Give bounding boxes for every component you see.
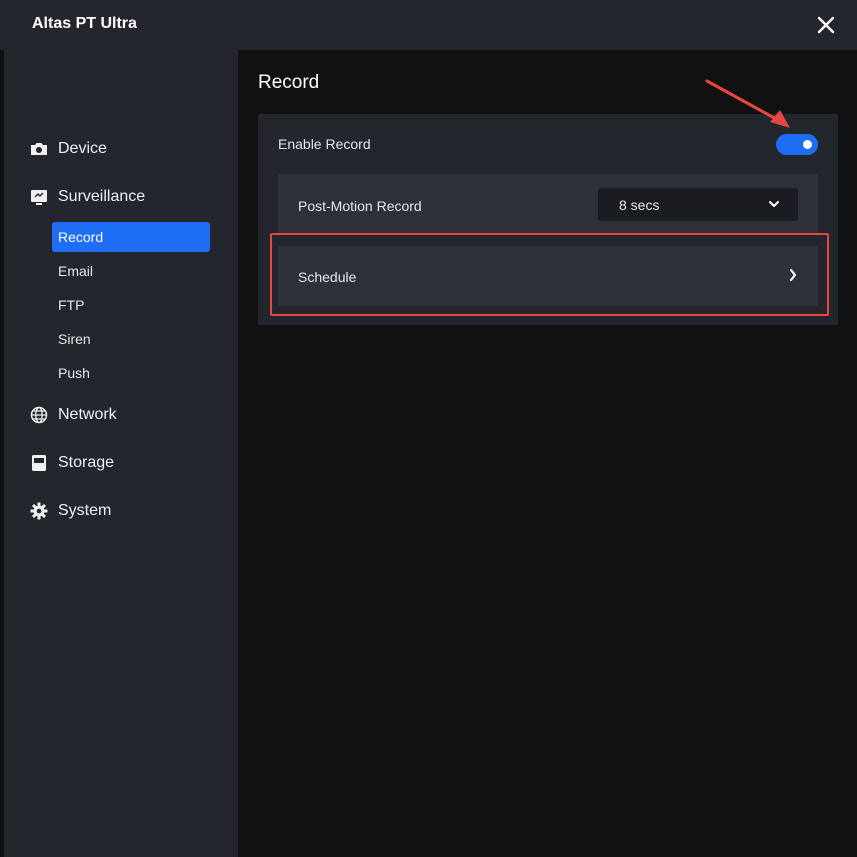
chevron-right-icon (789, 268, 797, 282)
sidebar-subitem-siren[interactable]: Siren (52, 324, 210, 354)
main-content: Record Enable Record Post-Motion Record … (238, 50, 857, 857)
record-settings-card: Enable Record Post-Motion Record 8 secs (258, 114, 838, 325)
settings-window: Altas PT Ultra Device Surveillance Recor… (0, 0, 857, 857)
sidebar-subitem-label: Email (58, 263, 94, 279)
enable-record-toggle[interactable] (776, 134, 818, 155)
camera-icon (30, 140, 48, 158)
sidebar-subitem-label: Push (58, 365, 90, 381)
sidebar: Device Surveillance Record Email FTP Sir… (4, 50, 238, 857)
record-options-panel: Post-Motion Record 8 secs Schedule (278, 174, 818, 306)
chevron-down-icon (769, 201, 779, 207)
sidebar-subitem-record[interactable]: Record (52, 222, 210, 252)
sidebar-item-network[interactable]: Network (30, 403, 117, 427)
globe-icon (30, 406, 48, 424)
post-motion-record-row: Post-Motion Record 8 secs (278, 174, 818, 234)
sidebar-subitem-label: Record (58, 229, 104, 245)
sidebar-item-surveillance[interactable]: Surveillance (30, 185, 145, 209)
sidebar-subitem-email[interactable]: Email (52, 256, 210, 286)
schedule-row[interactable]: Schedule (278, 246, 818, 306)
close-icon (817, 16, 835, 34)
monitor-icon (30, 188, 48, 206)
enable-record-label: Enable Record (278, 136, 371, 152)
sidebar-item-label: Storage (58, 454, 115, 471)
page-title: Record (258, 72, 320, 93)
row-divider (278, 234, 818, 246)
gear-icon (30, 502, 48, 520)
sidebar-item-storage[interactable]: Storage (30, 451, 114, 475)
post-motion-record-select[interactable]: 8 secs (598, 188, 798, 221)
window-title: Altas PT Ultra (32, 15, 137, 32)
sidebar-subitem-label: FTP (58, 297, 85, 313)
storage-icon (30, 454, 48, 472)
sidebar-subitem-push[interactable]: Push (52, 358, 210, 388)
sidebar-subitem-label: Siren (58, 331, 91, 347)
sidebar-item-label: Device (58, 140, 107, 157)
sidebar-subitem-ftp[interactable]: FTP (52, 290, 210, 320)
title-bar: Altas PT Ultra (0, 0, 857, 50)
sidebar-item-label: Network (58, 406, 117, 423)
select-value: 8 secs (619, 197, 660, 213)
post-motion-record-label: Post-Motion Record (298, 198, 422, 214)
sidebar-item-label: Surveillance (58, 188, 146, 205)
sidebar-item-system[interactable]: System (30, 499, 111, 523)
close-button[interactable] (813, 12, 839, 38)
toggle-knob (803, 140, 812, 149)
schedule-label: Schedule (298, 269, 357, 285)
sidebar-item-device[interactable]: Device (30, 137, 107, 161)
sidebar-item-label: System (58, 502, 112, 519)
